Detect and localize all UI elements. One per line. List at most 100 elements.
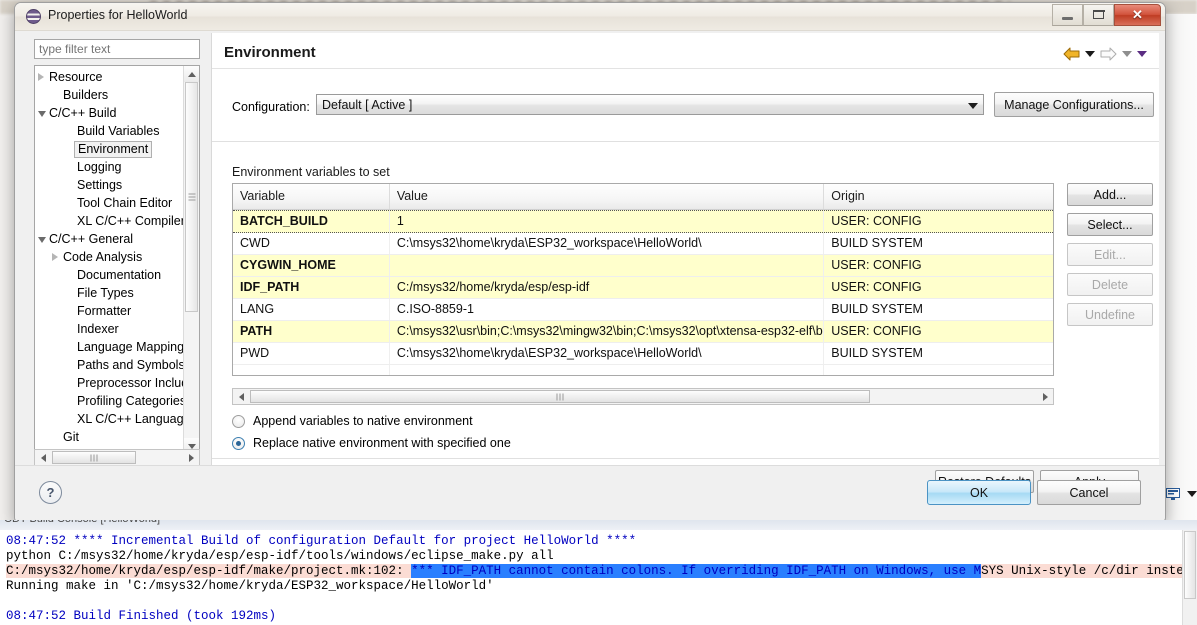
sidebar-item-language-mappings[interactable]: Language Mappings (35, 338, 190, 356)
close-icon: ✕ (1132, 7, 1143, 22)
sidebar-item-environment[interactable]: Environment (35, 140, 187, 158)
twisty-collapsed-icon[interactable] (38, 73, 44, 81)
sidebar-item-logging[interactable]: Logging (35, 158, 187, 176)
table-header-value[interactable]: Value (390, 184, 825, 209)
triangle-left-icon (40, 453, 46, 462)
eclipse-logo-icon (26, 9, 41, 24)
chevron-down-icon (968, 103, 978, 109)
table-horizontal-scrollbar[interactable] (232, 388, 1054, 405)
table-row[interactable]: PATH C:\msys32\usr\bin;C:\msys32\mingw32\… (233, 321, 1053, 343)
scroll-right-button[interactable] (183, 450, 199, 465)
configuration-row: Configuration: Default [ Active ] Manage… (224, 89, 1154, 129)
table-cell-origin: USER: CONFIG (831, 324, 922, 338)
sidebar-item-xl-c-c-compiler[interactable]: XL C/C++ Compiler (35, 212, 187, 230)
sidebar-item-resource[interactable]: Resource (35, 68, 187, 86)
search-input[interactable] (35, 40, 199, 58)
scroll-up-button[interactable] (184, 66, 199, 82)
console-tab-strip[interactable]: CDT Build Console [HelloWorld] (0, 520, 1197, 530)
manage-configurations-button[interactable]: Manage Configurations... (994, 92, 1154, 117)
table-empty-row (233, 365, 1053, 375)
table-hscroll-thumb[interactable] (250, 390, 870, 403)
select-button[interactable]: Select... (1067, 213, 1153, 236)
back-history-caret-icon[interactable] (1085, 51, 1095, 57)
table-cell-empty (233, 365, 390, 375)
sidebar-item-formatter[interactable]: Formatter (35, 302, 187, 320)
sidebar-item-file-types[interactable]: File Types (35, 284, 187, 302)
table-row[interactable]: IDF_PATH C:/msys32/home/kryda/esp/esp-idf… (233, 277, 1053, 299)
table-cell-value (390, 255, 825, 276)
maximize-icon (1092, 9, 1105, 19)
undefine-button: Undefine (1067, 303, 1153, 326)
back-arrow-icon[interactable] (1063, 47, 1080, 61)
table-row[interactable]: BATCH_BUILD 1 USER: CONFIG (233, 210, 1053, 233)
table-cell-origin: BUILD SYSTEM (831, 346, 923, 360)
minimize-icon (1062, 17, 1073, 20)
page-title: Environment (224, 44, 316, 61)
display-selected-console-icon[interactable] (1165, 487, 1181, 501)
twisty-expanded-icon[interactable] (38, 237, 46, 243)
table-row[interactable]: LANG C.ISO-8859-1 BUILD SYSTEM (233, 299, 1053, 321)
table-scroll-right-button[interactable] (1037, 389, 1053, 404)
table-action-buttons: Add... Select... Edit... Delete Undefine (1067, 183, 1153, 333)
title-divider (212, 68, 1159, 69)
help-button[interactable]: ? (39, 481, 62, 504)
sidebar-item-c-c-build[interactable]: C/C++ Build (35, 104, 187, 122)
console-scrollbar-thumb[interactable] (1184, 531, 1196, 599)
sidebar-item-profiling-categories[interactable]: Profiling Categories (35, 392, 187, 410)
tree-hscroll-thumb[interactable] (52, 451, 136, 464)
actions-divider (212, 458, 1159, 459)
table-cell-value: C:\msys32\usr\bin;C:\msys32\mingw32\bin;… (390, 321, 825, 342)
console-text-segment: SYS Unix-style /c/dir instead of C:/dir (981, 564, 1197, 578)
twisty-expanded-icon[interactable] (38, 111, 46, 117)
tree-scrollbar-thumb[interactable] (185, 82, 198, 312)
table-scroll-left-button[interactable] (233, 389, 249, 404)
console-vertical-scrollbar[interactable] (1182, 530, 1197, 625)
sidebar-item-paths-and-symbols[interactable]: Paths and Symbols (35, 356, 187, 374)
table-header-variable[interactable]: Variable (233, 184, 390, 209)
radio-replace-environment[interactable]: Replace native environment with specifie… (232, 436, 511, 450)
radio-icon-append[interactable] (232, 414, 245, 428)
table-row[interactable]: CYGWIN_HOME USER: CONFIG (233, 255, 1053, 277)
minimize-button[interactable] (1052, 4, 1083, 26)
table-cell-origin: BUILD SYSTEM (831, 236, 923, 250)
table-row[interactable]: PWD C:\msys32\home\kryda\ESP32_workspace\… (233, 343, 1053, 365)
scroll-left-button[interactable] (35, 450, 51, 465)
tree-horizontal-scrollbar[interactable] (34, 449, 200, 466)
sidebar-item-builders[interactable]: Builders (35, 86, 187, 104)
tree-vertical-scrollbar[interactable] (183, 66, 199, 454)
sidebar-item-settings[interactable]: Settings (35, 176, 187, 194)
twisty-collapsed-icon[interactable] (52, 253, 58, 261)
maximize-button[interactable] (1083, 4, 1114, 26)
table-cell-value: C:\msys32\home\kryda\ESP32_workspace\Hel… (390, 343, 825, 364)
console-menu-caret-icon[interactable] (1187, 491, 1197, 497)
radio-icon-replace[interactable] (232, 436, 245, 450)
view-menu-icon[interactable] (1137, 51, 1147, 57)
sidebar-item-tool-chain-editor[interactable]: Tool Chain Editor (35, 194, 187, 212)
sidebar-item-documentation[interactable]: Documentation (35, 266, 187, 284)
add-button[interactable]: Add... (1067, 183, 1153, 206)
configuration-select[interactable]: Default [ Active ] (316, 94, 984, 115)
environment-variables-table[interactable]: Variable Value Origin BATCH_BUILD 1 USER: CO… (232, 183, 1054, 376)
table-row[interactable]: CWD C:\msys32\home\kryda\ESP32_workspace\… (233, 233, 1053, 255)
sidebar-item-code-analysis[interactable]: Code Analysis (35, 248, 187, 266)
table-header-origin[interactable]: Origin (824, 184, 1053, 209)
dialog-titlebar[interactable]: Properties for HelloWorld ✕ (15, 3, 1165, 31)
table-cell-origin: BUILD SYSTEM (831, 302, 923, 316)
sidebar-item-label: Profiling Categories (77, 394, 187, 408)
ok-button[interactable]: OK (927, 480, 1031, 505)
filter-input-wrapper[interactable] (34, 39, 200, 59)
sidebar-item-indexer[interactable]: Indexer (35, 320, 187, 338)
preference-tree[interactable]: Resource Builders C/C++ Build Build Variabl… (34, 65, 200, 455)
close-button[interactable]: ✕ (1114, 4, 1161, 26)
sidebar-item-c-c-general[interactable]: C/C++ General (35, 230, 187, 248)
radio-append-variables[interactable]: Append variables to native environment (232, 414, 473, 428)
sidebar-item-xl-c-c-language[interactable]: XL C/C++ Language (35, 410, 191, 428)
sidebar-item-preprocessor-include[interactable]: Preprocessor Include (35, 374, 195, 392)
cancel-button[interactable]: Cancel (1037, 480, 1141, 505)
sidebar-item-git[interactable]: Git (35, 428, 187, 446)
sidebar-item-build-variables[interactable]: Build Variables (35, 122, 187, 140)
configuration-label: Configuration: (232, 100, 310, 114)
table-cell-variable: BATCH_BUILD (233, 211, 390, 232)
table-cell-value: 1 (390, 211, 825, 232)
sidebar-item-label: C/C++ Build (49, 106, 117, 120)
